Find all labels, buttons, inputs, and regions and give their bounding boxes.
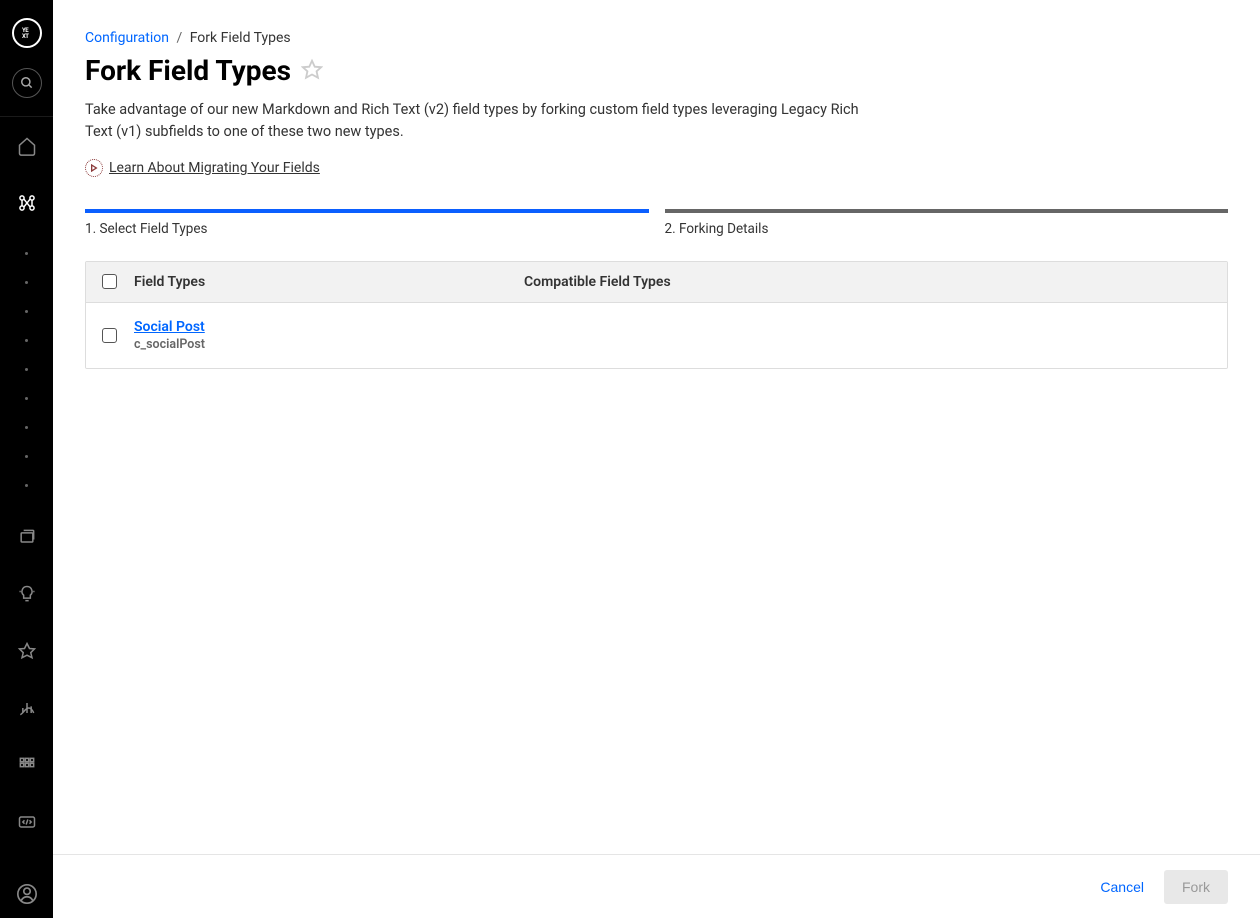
nav-dot[interactable] xyxy=(25,484,28,487)
fork-button[interactable]: Fork xyxy=(1164,870,1228,904)
footer: Cancel Fork xyxy=(53,854,1260,918)
step-bar xyxy=(85,209,649,213)
row-content: Social Post c_socialPost xyxy=(134,319,524,352)
nav-apps[interactable] xyxy=(0,736,53,793)
nav-dot[interactable] xyxy=(25,252,28,255)
sidebar-top: YE XT xyxy=(0,0,53,117)
logo[interactable]: YE XT xyxy=(12,18,42,48)
steps: 1. Select Field Types 2. Forking Details xyxy=(85,209,1228,237)
graph-icon xyxy=(17,193,37,213)
analytics-icon xyxy=(17,698,37,718)
field-types-table: Field Types Compatible Field Types Socia… xyxy=(85,261,1228,369)
col-field-types: Field Types xyxy=(134,274,524,290)
nav-lightbulb[interactable] xyxy=(0,565,53,622)
nav-dot[interactable] xyxy=(25,397,28,400)
profile-icon xyxy=(16,883,38,905)
table-row: Social Post c_socialPost xyxy=(86,303,1227,368)
nav-home[interactable] xyxy=(0,117,53,174)
breadcrumb-current: Fork Field Types xyxy=(190,30,291,46)
cancel-button[interactable]: Cancel xyxy=(1096,871,1148,903)
sidebar-nav xyxy=(0,117,53,870)
breadcrumb: Configuration / Fork Field Types xyxy=(85,30,1228,46)
nav-pages[interactable] xyxy=(0,508,53,565)
table-header: Field Types Compatible Field Types xyxy=(86,262,1227,303)
nav-dots xyxy=(0,231,53,508)
nav-dot[interactable] xyxy=(25,426,28,429)
page-title-row: Fork Field Types xyxy=(85,54,1228,87)
nav-dot[interactable] xyxy=(25,455,28,458)
col-compatible: Compatible Field Types xyxy=(524,274,1211,290)
step-2[interactable]: 2. Forking Details xyxy=(665,209,1229,237)
nav-star[interactable] xyxy=(0,622,53,679)
dev-icon xyxy=(17,812,37,832)
learn-link[interactable]: Learn About Migrating Your Fields xyxy=(109,160,320,176)
star-icon xyxy=(17,641,37,661)
step-bar xyxy=(665,209,1229,213)
row-checkbox[interactable] xyxy=(102,328,117,343)
select-all-checkbox[interactable] xyxy=(102,274,117,289)
favorite-toggle[interactable] xyxy=(301,58,323,84)
nav-dev[interactable] xyxy=(0,793,53,850)
apps-icon xyxy=(17,755,37,775)
field-type-id: c_socialPost xyxy=(134,337,524,352)
search-icon xyxy=(20,76,34,90)
breadcrumb-parent[interactable]: Configuration xyxy=(85,30,169,46)
step-label: 2. Forking Details xyxy=(665,221,1229,237)
page-description: Take advantage of our new Markdown and R… xyxy=(85,99,885,143)
nav-dot[interactable] xyxy=(25,339,28,342)
nav-profile[interactable] xyxy=(0,870,53,918)
home-icon xyxy=(17,136,37,156)
col-check xyxy=(102,328,134,343)
nav-analytics[interactable] xyxy=(0,679,53,736)
svg-text:XT: XT xyxy=(22,33,29,40)
main: Configuration / Fork Field Types Fork Fi… xyxy=(53,0,1260,918)
nav-knowledge-graph[interactable] xyxy=(0,174,53,231)
page-title: Fork Field Types xyxy=(85,54,291,87)
sidebar: YE XT xyxy=(0,0,53,918)
col-check xyxy=(102,274,134,289)
step-1[interactable]: 1. Select Field Types xyxy=(85,209,649,237)
content: Configuration / Fork Field Types Fork Fi… xyxy=(53,0,1260,854)
star-outline-icon xyxy=(301,58,323,80)
breadcrumb-sep: / xyxy=(176,30,182,46)
help-icon xyxy=(85,159,103,177)
nav-dot[interactable] xyxy=(25,310,28,313)
lightbulb-icon xyxy=(17,584,37,604)
learn-link-row: Learn About Migrating Your Fields xyxy=(85,159,1228,177)
nav-dot[interactable] xyxy=(25,368,28,371)
field-type-link[interactable]: Social Post xyxy=(134,319,524,335)
pages-icon xyxy=(17,527,37,547)
nav-dot[interactable] xyxy=(25,281,28,284)
search-button[interactable] xyxy=(12,68,42,98)
step-label: 1. Select Field Types xyxy=(85,221,649,237)
